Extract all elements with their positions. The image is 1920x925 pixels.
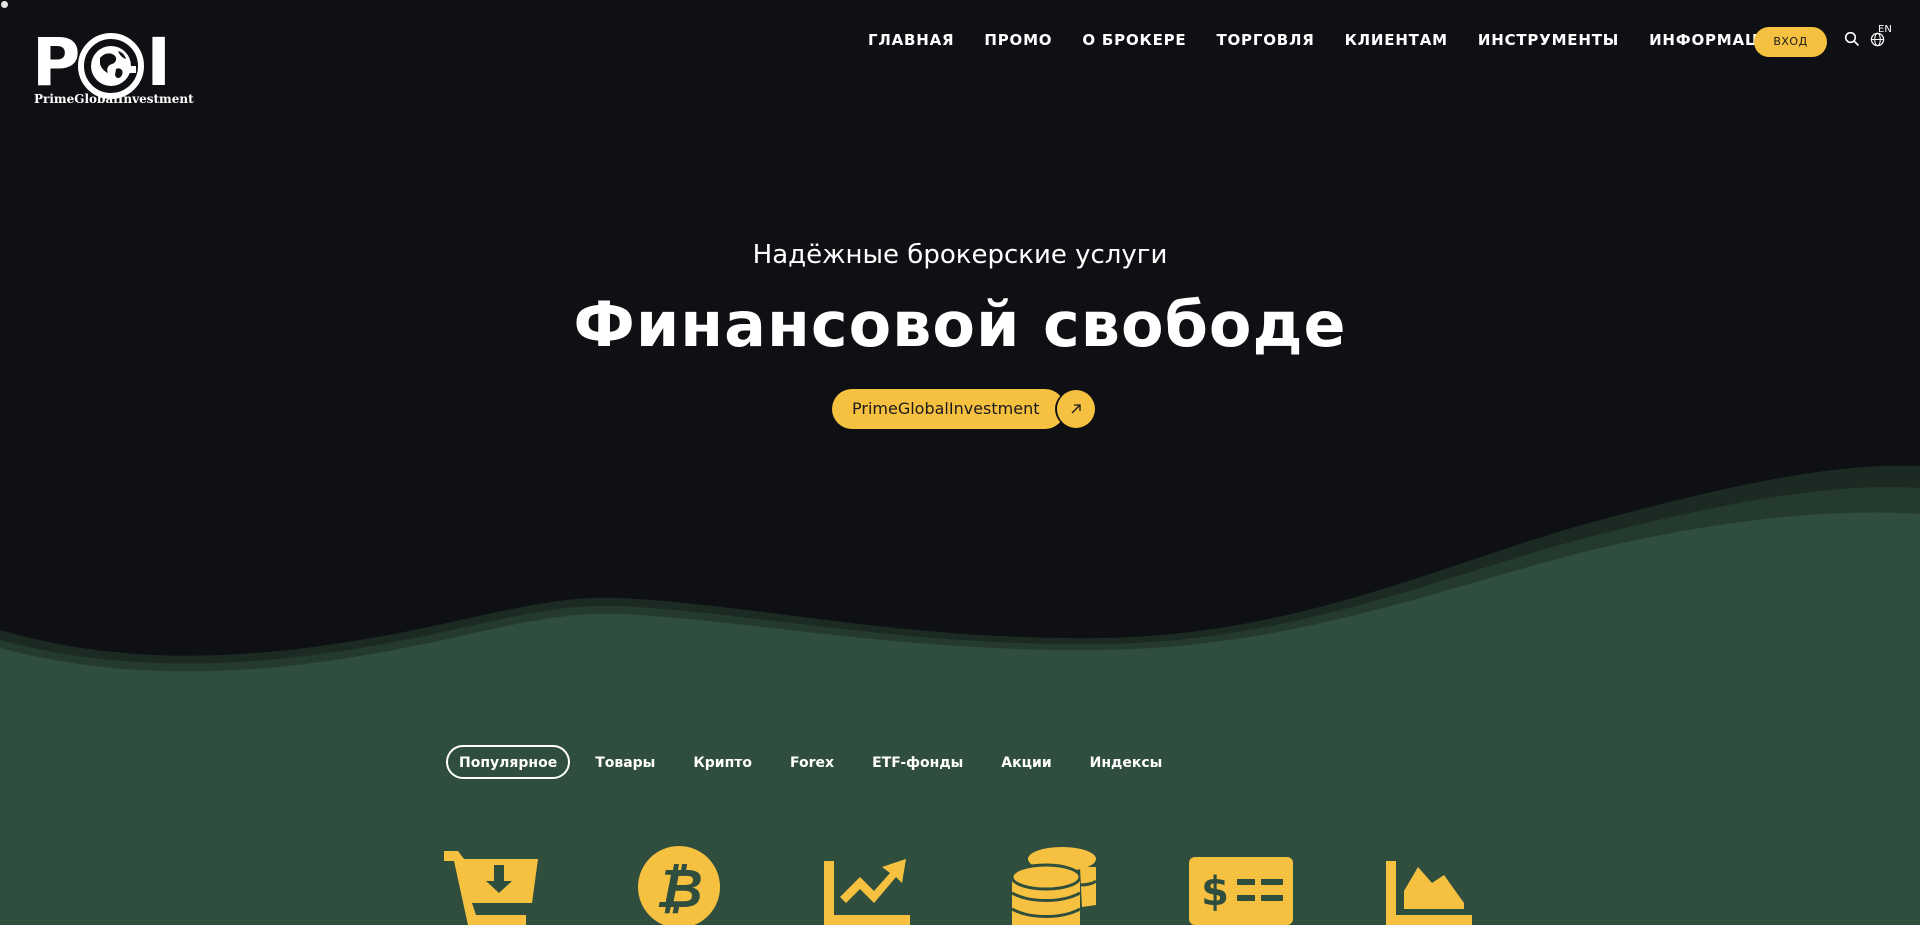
hero-subtitle: Надёжные брокерские услуги: [752, 240, 1168, 270]
logo-letter-i: I: [146, 24, 171, 101]
bitcoin-icon[interactable]: ₿: [637, 845, 721, 925]
nav-item-trading[interactable]: ТОРГОВЛЯ: [1216, 28, 1314, 52]
tab-forex[interactable]: Forex: [777, 745, 847, 779]
tab-stocks[interactable]: Акции: [988, 745, 1064, 779]
nav-item-instruments[interactable]: ИНСТРУМЕНТЫ: [1478, 28, 1619, 52]
category-icon-row: ₿ $: [0, 845, 1920, 925]
nav-item-home[interactable]: ГЛАВНАЯ: [868, 28, 954, 52]
hero-wave-background: [0, 465, 1920, 925]
tab-etf[interactable]: ETF-фонды: [859, 745, 976, 779]
search-icon[interactable]: [1844, 31, 1860, 47]
dollar-check-icon[interactable]: $: [1187, 845, 1295, 925]
instrument-tabs: Популярное Товары Крипто Forex ETF-фонды…: [446, 745, 1187, 779]
logo-letter-p: P: [32, 24, 80, 101]
area-chart-icon[interactable]: [1384, 845, 1472, 925]
tab-commodities[interactable]: Товары: [582, 745, 668, 779]
nav-item-about[interactable]: О БРОКЕРЕ: [1082, 28, 1186, 52]
language-switch[interactable]: EN: [1878, 24, 1892, 35]
svg-text:₿: ₿: [655, 857, 702, 920]
tab-popular[interactable]: Популярное: [446, 745, 571, 779]
nav-item-clients[interactable]: КЛИЕНТАМ: [1345, 28, 1448, 52]
arrow-up-right-icon: [1057, 390, 1096, 428]
logo-globe-icon: [78, 33, 144, 99]
hero-cta-button[interactable]: PrimeGlobalInvestment: [832, 389, 1096, 429]
hero-cta-label: PrimeGlobalInvestment: [832, 389, 1066, 429]
tab-crypto[interactable]: Крипто: [680, 745, 765, 779]
hero-title: Финансовой свободе: [573, 288, 1347, 361]
brand-logo[interactable]: PI PrimeGlobalInvestment: [32, 30, 194, 110]
svg-text:$: $: [1201, 869, 1229, 915]
tab-indices[interactable]: Индексы: [1077, 745, 1176, 779]
nav-item-promo[interactable]: ПРОМО: [984, 28, 1052, 52]
login-button[interactable]: ВХОД: [1754, 27, 1827, 57]
logo-name: PrimeGlobalInvestment: [34, 92, 194, 106]
coins-stack-icon[interactable]: [1010, 845, 1098, 925]
cart-download-icon[interactable]: [442, 845, 542, 925]
site-header: PI PrimeGlobalInvestment ГЛАВНАЯ ПРОМО О…: [0, 0, 1920, 120]
main-nav: ГЛАВНАЯ ПРОМО О БРОКЕРЕ ТОРГОВЛЯ КЛИЕНТА…: [868, 28, 1815, 52]
trend-chart-icon[interactable]: [822, 845, 910, 925]
